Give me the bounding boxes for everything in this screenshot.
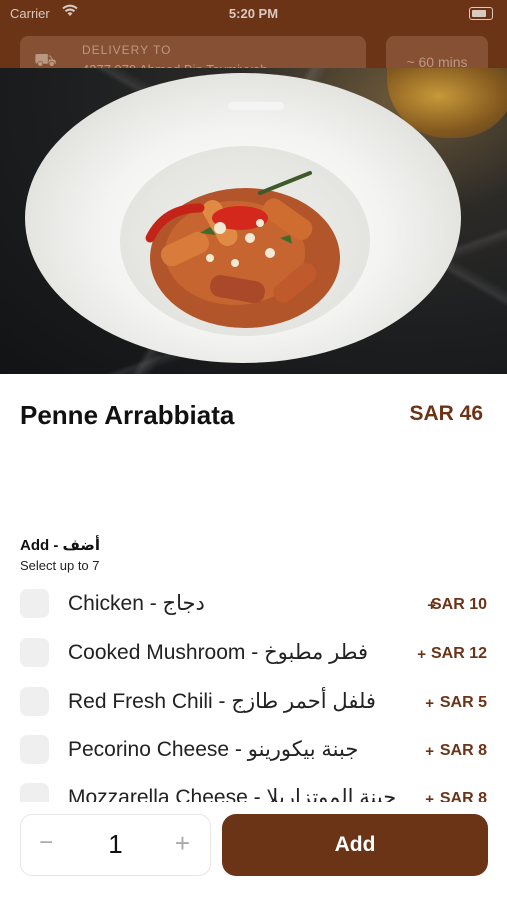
add-to-cart-button[interactable]: Add [222, 814, 488, 876]
addons-list: Chicken - دجاج + SAR 10 Cooked Mushroom … [0, 584, 507, 804]
addon-label: Chicken - دجاج [68, 592, 205, 615]
addon-label: Cooked Mushroom - فطر مطبوخ [68, 641, 368, 664]
addon-option-mushroom[interactable]: Cooked Mushroom - فطر مطبوخ + SAR 12 [0, 633, 507, 677]
addon-price: SAR 5 [439, 694, 487, 711]
addon-checkbox[interactable] [20, 589, 49, 618]
pasta-image [145, 171, 340, 328]
delivery-label: DELIVERY TO [82, 43, 172, 57]
quantity-stepper: − 1 + [20, 814, 211, 876]
sheet-drag-handle[interactable] [228, 102, 284, 110]
addon-option-chili[interactable]: Red Fresh Chili - فلفل أحمر طازج + SAR 5 [0, 682, 507, 726]
addon-plus: + [425, 743, 434, 760]
item-photo [0, 68, 507, 374]
addon-option-pecorino[interactable]: Pecorino Cheese - جبنة بيكورينو + SAR 8 [0, 730, 507, 774]
status-time: 5:20 PM [228, 6, 279, 21]
addons-title: Add - أضف [20, 537, 100, 554]
addons-subtitle: Select up to 7 [20, 558, 100, 573]
addon-checkbox[interactable] [20, 783, 49, 804]
addon-price: SAR 12 [430, 645, 487, 662]
increase-quantity-button[interactable]: + [175, 828, 190, 859]
addon-price: SAR 8 [439, 742, 487, 759]
item-title: Penne Arrabbiata [20, 400, 235, 430]
addon-plus: + [417, 646, 426, 663]
addon-checkbox[interactable] [20, 735, 49, 764]
addon-checkbox[interactable] [20, 638, 49, 667]
status-bar: Carrier 5:20 PM [0, 0, 507, 28]
addon-label: Pecorino Cheese - جبنة بيكورينو [68, 738, 359, 761]
item-detail-sheet: Penne Arrabbiata SAR 46 Add - أضف Select… [0, 68, 507, 900]
addon-option-mozzarella[interactable]: Mozzarella Cheese - جبنة الموتزاريلا + S… [0, 778, 507, 804]
addon-price: SAR 10 [430, 596, 487, 613]
addon-checkbox[interactable] [20, 687, 49, 716]
addon-label: Red Fresh Chili - فلفل أحمر طازج [68, 690, 376, 713]
item-price: SAR 46 [409, 402, 483, 425]
battery-icon [469, 7, 493, 20]
addon-plus: + [425, 695, 434, 712]
addon-option-chicken[interactable]: Chicken - دجاج + SAR 10 [0, 584, 507, 628]
cart-bar: − 1 + Add [0, 802, 507, 900]
